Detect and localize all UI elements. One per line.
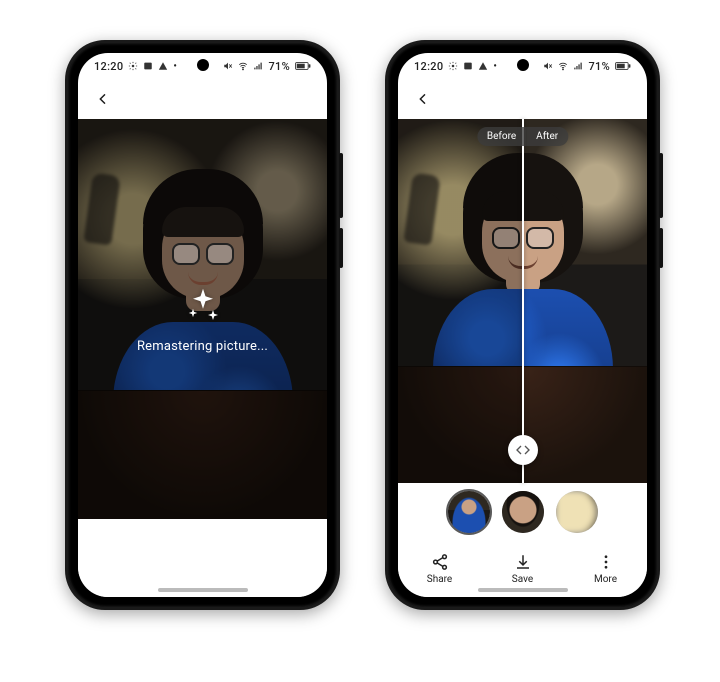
thumbnail-background-blur[interactable] xyxy=(556,491,598,533)
warning-status-icon xyxy=(158,61,168,71)
battery-status-icon xyxy=(615,61,631,71)
signal-status-icon xyxy=(573,61,583,71)
compare-divider-line[interactable] xyxy=(522,119,524,483)
bottom-blank-area xyxy=(78,519,327,597)
status-battery-text: 71% xyxy=(588,60,610,73)
image-status-icon xyxy=(143,61,153,71)
chevron-left-icon xyxy=(415,91,431,107)
gesture-nav-indicator xyxy=(158,588,248,592)
image-status-icon xyxy=(463,61,473,71)
power-button xyxy=(339,228,343,268)
compare-label-pill: Before After xyxy=(477,127,568,146)
wifi-status-icon xyxy=(558,61,568,71)
signal-status-icon xyxy=(253,61,263,71)
volume-button xyxy=(659,153,663,218)
status-more-dot: • xyxy=(173,61,177,72)
status-time: 12:20 xyxy=(94,60,123,73)
phone-left: 12:20 • 71% xyxy=(65,40,340,610)
before-label: Before xyxy=(477,127,526,146)
volume-button xyxy=(339,153,343,218)
status-battery-text: 71% xyxy=(268,60,290,73)
status-more-dot: • xyxy=(493,61,497,72)
stage: 12:20 • 71% xyxy=(0,0,720,682)
status-time: 12:20 xyxy=(414,60,443,73)
chevron-left-icon xyxy=(95,91,111,107)
thumbnail-face-crop[interactable] xyxy=(502,491,544,533)
app-bar xyxy=(398,79,647,119)
screen-right: 12:20 • 71% xyxy=(398,53,647,597)
back-button[interactable] xyxy=(408,84,438,114)
power-button xyxy=(659,228,663,268)
more-button[interactable]: More xyxy=(576,553,636,585)
save-label: Save xyxy=(512,574,533,585)
back-button[interactable] xyxy=(88,84,118,114)
share-icon xyxy=(431,553,449,571)
share-button[interactable]: Share xyxy=(410,553,470,585)
warning-status-icon xyxy=(478,61,488,71)
wifi-status-icon xyxy=(238,61,248,71)
thumbnail-full-photo[interactable] xyxy=(448,491,490,533)
share-label: Share xyxy=(427,574,452,585)
more-label: More xyxy=(594,574,617,585)
more-vertical-icon xyxy=(597,553,615,571)
mute-status-icon xyxy=(223,61,233,71)
phone-right: 12:20 • 71% xyxy=(385,40,660,610)
thumbnail-row xyxy=(398,483,647,541)
after-label: After xyxy=(526,127,568,146)
settings-status-icon xyxy=(448,61,458,71)
save-button[interactable]: Save xyxy=(493,553,553,585)
sparkles-icon xyxy=(183,285,223,325)
status-right: 71% xyxy=(223,60,311,73)
status-right: 71% xyxy=(543,60,631,73)
compare-slider-handle[interactable] xyxy=(508,435,538,465)
settings-status-icon xyxy=(128,61,138,71)
battery-status-icon xyxy=(295,61,311,71)
photo-area-processing: Remastering picture... xyxy=(78,119,327,519)
front-camera-hole xyxy=(197,59,209,71)
processing-overlay: Remastering picture... xyxy=(78,119,327,519)
download-icon xyxy=(514,553,532,571)
screen-left: 12:20 • 71% xyxy=(78,53,327,597)
processing-message: Remastering picture... xyxy=(137,339,268,354)
left-right-arrows-icon xyxy=(515,442,531,458)
app-bar xyxy=(78,79,327,119)
front-camera-hole xyxy=(517,59,529,71)
mute-status-icon xyxy=(543,61,553,71)
photo-area-compare[interactable]: Before After xyxy=(398,119,647,483)
gesture-nav-indicator xyxy=(478,588,568,592)
